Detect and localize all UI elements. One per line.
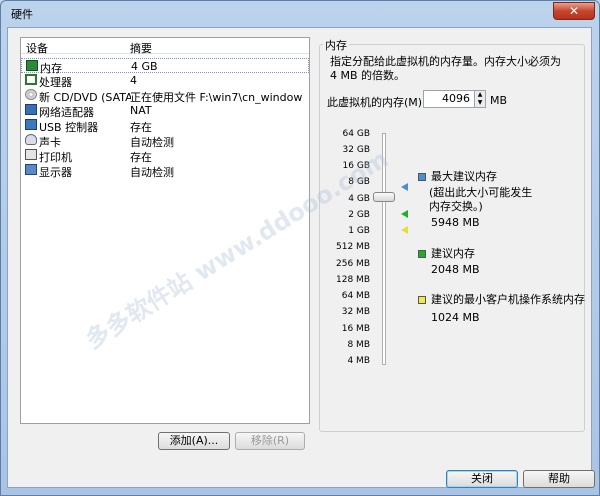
device-summary: 4 GB	[131, 60, 158, 73]
max-memory-marker-icon	[401, 183, 408, 191]
cpu-icon	[25, 74, 37, 85]
memory-field-label: 此虚拟机的内存(M):	[327, 96, 426, 109]
device-row-printer[interactable]: 打印机 存在	[21, 148, 309, 164]
tick-label: 64 GB	[342, 129, 370, 139]
device-row-usb[interactable]: USB 控制器 存在	[21, 118, 309, 134]
header-device[interactable]: 设备	[26, 40, 48, 56]
min-memory-marker-icon	[401, 226, 408, 234]
add-device-button[interactable]: 添加(A)...	[158, 432, 230, 450]
network-icon	[25, 104, 37, 115]
max-memory-value: 5948 MB	[431, 216, 480, 229]
tick-label: 128 MB	[336, 275, 370, 285]
device-summary: 4	[130, 74, 137, 87]
help-button[interactable]: 帮助	[523, 470, 595, 488]
max-memory-title: 最大建议内存	[431, 170, 497, 183]
window-title: 硬件	[11, 8, 33, 21]
spin-down-icon[interactable]: ▼	[475, 99, 485, 107]
title-bar[interactable]: 硬件 ✕	[1, 1, 599, 27]
device-row-sound[interactable]: 声卡 自动检测	[21, 133, 309, 149]
memory-group-title: 内存	[323, 37, 349, 53]
device-row-network[interactable]: 网络适配器 NAT	[21, 103, 309, 119]
tick-label: 4 MB	[347, 356, 370, 366]
close-window-button[interactable]: ✕	[553, 2, 595, 20]
tick-label: 16 MB	[341, 324, 370, 334]
memory-size-input[interactable]: 4096	[423, 90, 475, 108]
memory-spinner[interactable]: ▲ ▼	[474, 90, 486, 108]
tick-label: 64 MB	[341, 291, 370, 301]
device-summary: NAT	[130, 104, 152, 117]
device-row-cd-dvd[interactable]: 新 CD/DVD (SATA) 正在使用文件 F:\win7\cn_window…	[21, 88, 309, 104]
recommended-memory-value: 2048 MB	[431, 263, 480, 276]
printer-icon	[25, 149, 37, 160]
device-row-cpu[interactable]: 处理器 4	[21, 73, 309, 89]
remove-device-button[interactable]: 移除(R)	[235, 432, 305, 450]
usb-icon	[25, 119, 37, 130]
max-memory-note: (超出此大小可能发生内存交换。)	[429, 186, 533, 213]
close-button[interactable]: 关闭	[446, 470, 518, 488]
cd-dvd-icon	[25, 89, 37, 100]
device-row-memory[interactable]: 内存 4 GB	[21, 58, 309, 75]
tick-label: 256 MB	[336, 259, 370, 269]
header-summary[interactable]: 摘要	[130, 40, 152, 56]
device-list-header: 设备 摘要	[21, 38, 309, 56]
minimum-legend-icon	[418, 296, 426, 304]
tick-label: 512 MB	[336, 242, 370, 252]
minimum-memory-title: 建议的最小客户机操作系统内存	[431, 293, 585, 306]
sound-icon	[25, 134, 37, 145]
tick-label: 32 MB	[341, 307, 370, 317]
tick-label: 2 GB	[348, 210, 370, 220]
tick-label: 1 GB	[348, 226, 370, 236]
recommended-memory-marker-icon	[401, 210, 408, 218]
minimum-memory-value: 1024 MB	[431, 311, 480, 324]
memory-unit: MB	[490, 94, 508, 107]
memory-icon	[26, 60, 38, 71]
device-name: 显示器	[39, 166, 72, 179]
device-row-display[interactable]: 显示器 自动检测	[21, 163, 309, 179]
recommended-memory-title: 建议内存	[431, 247, 475, 260]
memory-slider-thumb[interactable]	[373, 192, 395, 202]
spin-up-icon[interactable]: ▲	[475, 91, 485, 99]
device-summary: 自动检测	[130, 166, 174, 179]
memory-description: 指定分配给此虚拟机的内存量。内存大小必须为 4 MB 的倍数。	[330, 55, 561, 82]
recommended-legend-icon	[418, 250, 426, 258]
max-legend-icon	[418, 173, 426, 181]
tick-label: 8 MB	[347, 340, 370, 350]
display-icon	[25, 164, 37, 175]
